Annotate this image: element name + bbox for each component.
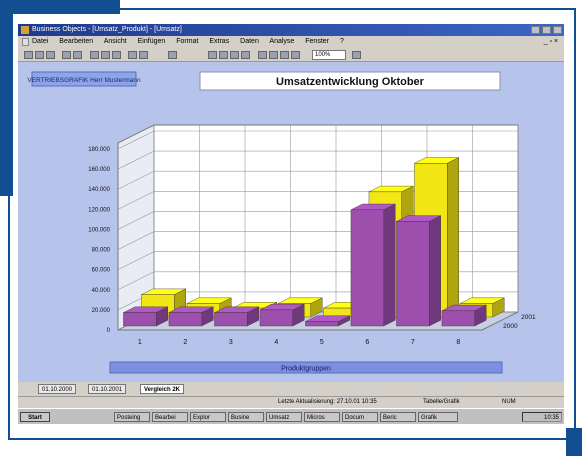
status-mode-text: Tabelle/Grafik bbox=[423, 399, 460, 405]
minimize-button[interactable] bbox=[531, 26, 540, 34]
redo-icon[interactable] bbox=[139, 51, 148, 59]
bar-2000-7-side bbox=[429, 215, 441, 327]
footer-label: Produktgruppen bbox=[281, 366, 331, 373]
menu-item-file[interactable]: Datei bbox=[32, 38, 48, 45]
copy-icon[interactable] bbox=[101, 51, 110, 59]
chart-icon[interactable] bbox=[230, 51, 239, 59]
filter-icon[interactable] bbox=[258, 51, 267, 59]
x-tick-label: 3 bbox=[229, 339, 233, 346]
y-tick-label: 0 bbox=[107, 328, 111, 334]
cut-icon[interactable] bbox=[90, 51, 99, 59]
umsatz-chart: VERTRIEBSGRAFIK Herr Mustermann Umsatzent… bbox=[27, 71, 536, 374]
taskbar-item[interactable]: Busine bbox=[228, 412, 264, 422]
chart-title: Umsatzentwicklung Oktober bbox=[276, 76, 425, 88]
new-icon[interactable] bbox=[24, 51, 33, 59]
taskbar-item[interactable]: Docum bbox=[342, 412, 378, 422]
application-screenshot: Business Objects - [Umsatz_Produkt] - [U… bbox=[18, 24, 564, 424]
y-tick-label: 60.000 bbox=[92, 268, 111, 274]
zoom-icon[interactable] bbox=[280, 51, 289, 59]
paste-icon[interactable] bbox=[112, 51, 121, 59]
menu-item-window[interactable]: Fenster bbox=[305, 38, 329, 45]
bar-2000-2 bbox=[168, 312, 202, 327]
status-bar: Letzte Aktualisierung: 27.10.01 10:35 Ta… bbox=[18, 396, 564, 407]
window-title: Business Objects - [Umsatz_Produkt] - [U… bbox=[32, 26, 182, 33]
bar-2001-7-side bbox=[447, 157, 459, 318]
taskbar-item[interactable]: Beric bbox=[380, 412, 416, 422]
taskbar-clock: 10:35 bbox=[522, 412, 562, 422]
series-label-2000: 2000 bbox=[503, 323, 518, 330]
table-icon[interactable] bbox=[219, 51, 228, 59]
y-tick-label: 180.000 bbox=[88, 147, 110, 153]
x-tick-label: 5 bbox=[320, 339, 324, 346]
refresh-icon[interactable] bbox=[168, 51, 177, 59]
x-tick-label: 1 bbox=[138, 339, 142, 346]
bar-2000-1 bbox=[123, 312, 157, 327]
menu-item-edit[interactable]: Bearbeiten bbox=[59, 38, 93, 45]
y-tick-label: 80.000 bbox=[92, 248, 111, 254]
taskbar-item[interactable]: Micros bbox=[304, 412, 340, 422]
sheet-tab-1[interactable]: 01.10.2000 bbox=[38, 384, 77, 394]
sort-icon[interactable] bbox=[241, 51, 250, 59]
undo-icon[interactable] bbox=[128, 51, 137, 59]
x-tick-label: 4 bbox=[274, 339, 278, 346]
report-canvas: VERTRIEBSGRAFIK Herr Mustermann Umsatzent… bbox=[18, 62, 564, 382]
menu-item-analysis[interactable]: Analyse bbox=[269, 38, 294, 45]
menu-bar: Datei Bearbeiten Ansicht Einfügen Format… bbox=[18, 36, 564, 48]
x-tick-label: 7 bbox=[411, 339, 415, 346]
menu-item-data[interactable]: Daten bbox=[240, 38, 259, 45]
print-icon[interactable] bbox=[62, 51, 71, 59]
windows-taskbar: Start Posteing Bearbei Explor Busine Ums… bbox=[18, 408, 564, 424]
window-titlebar[interactable]: Business Objects - [Umsatz_Produkt] - [U… bbox=[18, 24, 564, 36]
find-icon[interactable] bbox=[291, 51, 300, 59]
menu-item-insert[interactable]: Einfügen bbox=[138, 38, 166, 45]
save-icon[interactable] bbox=[46, 51, 55, 59]
toolbar: 100% bbox=[18, 48, 564, 62]
y-tick-label: 120.000 bbox=[88, 207, 110, 213]
menu-item-view[interactable]: Ansicht bbox=[104, 38, 127, 45]
y-tick-label: 100.000 bbox=[88, 227, 110, 233]
close-button[interactable] bbox=[553, 26, 562, 34]
bar-2000-5 bbox=[305, 321, 339, 327]
taskbar-item[interactable]: Explor bbox=[190, 412, 226, 422]
zoom-select[interactable]: 100% bbox=[312, 50, 346, 60]
status-num-indicator: NUM bbox=[502, 399, 516, 405]
x-tick-label: 2 bbox=[183, 339, 187, 346]
bar-2000-4 bbox=[259, 309, 293, 327]
sheet-tab-2[interactable]: 01.10.2001 bbox=[88, 384, 127, 394]
menu-item-format[interactable]: Format bbox=[176, 38, 198, 45]
document-icon bbox=[22, 38, 29, 46]
user-label: VERTRIEBSGRAFIK Herr Mustermann bbox=[27, 77, 141, 84]
bar-2000-6 bbox=[350, 209, 384, 327]
y-tick-label: 140.000 bbox=[88, 187, 110, 193]
taskbar-item[interactable]: Bearbei bbox=[152, 412, 188, 422]
drill-icon[interactable] bbox=[269, 51, 278, 59]
series-label-2001: 2001 bbox=[521, 314, 536, 321]
open-icon[interactable] bbox=[35, 51, 44, 59]
menu-item-tools[interactable]: Extras bbox=[209, 38, 229, 45]
taskbar-item[interactable]: Umsatz bbox=[266, 412, 302, 422]
bar-2000-7 bbox=[396, 221, 430, 327]
bar-2000-8 bbox=[441, 310, 475, 327]
help-icon[interactable] bbox=[352, 51, 361, 59]
y-tick-label: 20.000 bbox=[92, 308, 111, 314]
menu-item-help[interactable]: ? bbox=[340, 38, 344, 45]
taskbar-item[interactable]: Posteing bbox=[114, 412, 150, 422]
sheet-tab-3[interactable]: Vergleich 2K bbox=[140, 384, 185, 394]
status-update-text: Letzte Aktualisierung: 27.10.01 10:35 bbox=[278, 399, 377, 405]
bar-2000-6-side bbox=[383, 203, 396, 327]
query-icon[interactable] bbox=[208, 51, 217, 59]
taskbar-item[interactable]: Grafik bbox=[418, 412, 458, 422]
bar-2000-3 bbox=[214, 312, 248, 327]
document-window-controls[interactable]: _ ▫ × bbox=[544, 36, 558, 48]
y-tick-label: 160.000 bbox=[88, 167, 110, 173]
x-tick-label: 6 bbox=[365, 339, 369, 346]
preview-icon[interactable] bbox=[73, 51, 82, 59]
maximize-button[interactable] bbox=[542, 26, 551, 34]
start-button[interactable]: Start bbox=[20, 412, 50, 422]
y-tick-label: 40.000 bbox=[92, 288, 111, 294]
app-icon bbox=[21, 26, 29, 34]
x-tick-label: 8 bbox=[456, 339, 460, 346]
page-frame: Business Objects - [Umsatz_Produkt] - [U… bbox=[0, 0, 582, 456]
status-area: 01.10.2000 01.10.2001 Vergleich 2K Letzt… bbox=[18, 382, 564, 424]
